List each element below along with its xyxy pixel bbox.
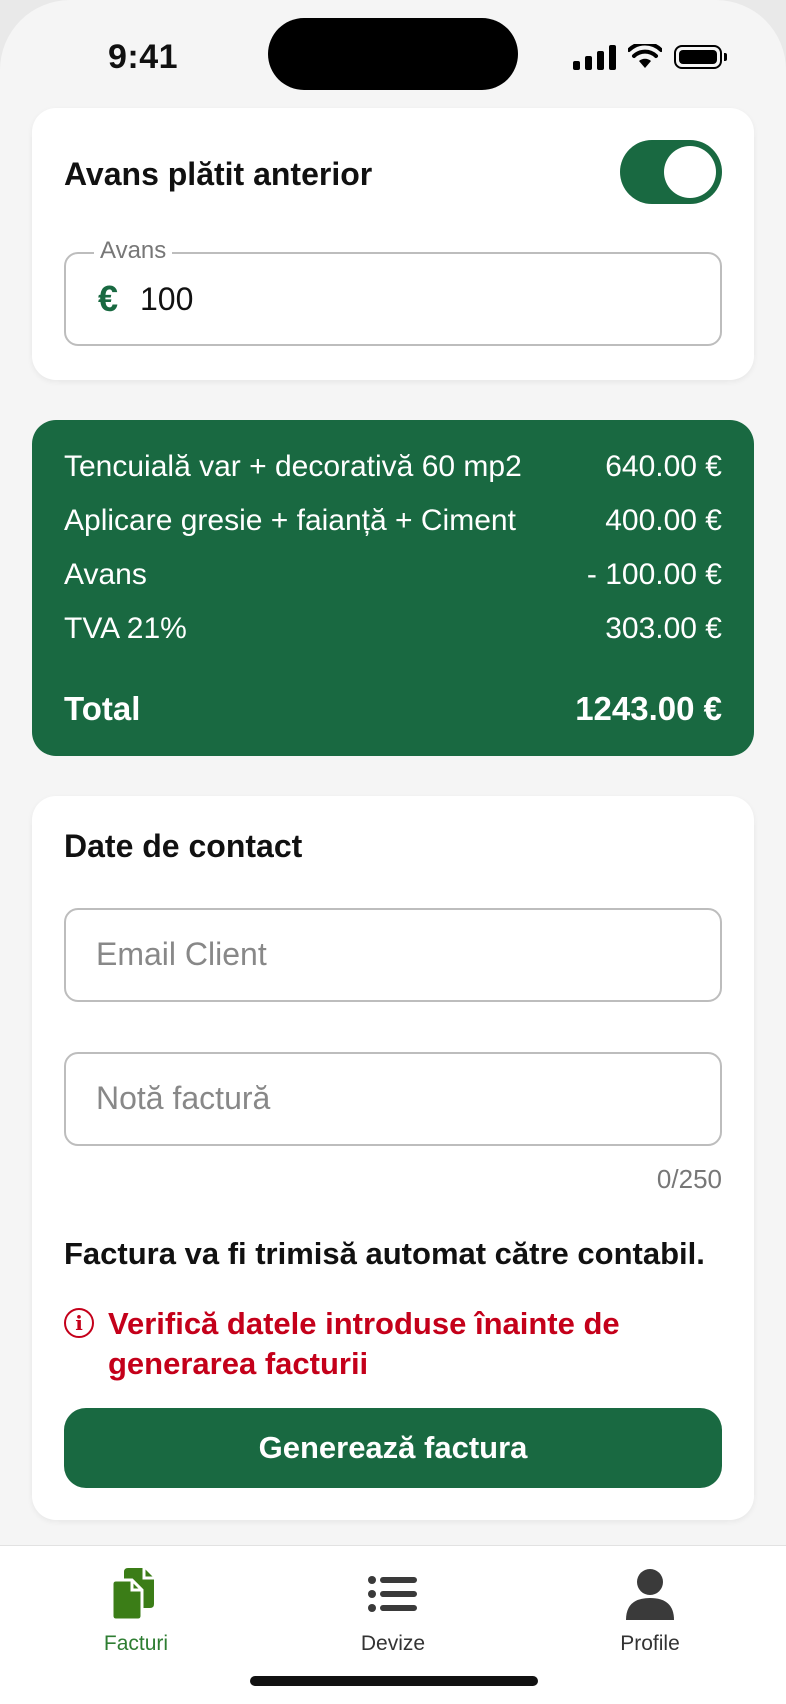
advance-title: Avans plătit anterior [64, 156, 373, 192]
note-placeholder: Notă factură [96, 1080, 271, 1116]
info-icon: i [64, 1308, 94, 1338]
documents-icon [110, 1568, 154, 1622]
summary-line-amount: 640.00 € [605, 450, 722, 483]
note-char-counter: 0/250 [656, 1164, 722, 1194]
list-icon [368, 1576, 417, 1612]
accountant-notice: Factura va fi trimisă automat către cont… [64, 1236, 705, 1271]
summary-line-label: Tencuială var + decorativă 60 mp2 [64, 450, 522, 483]
status-time: 9:41 [108, 38, 179, 76]
advance-toggle[interactable] [620, 140, 722, 204]
tab-label: Facturi [103, 1632, 169, 1655]
total-amount: 1243.00 € [575, 690, 722, 727]
summary-line-label: Aplicare gresie + faianță + Ciment [64, 504, 516, 537]
summary-line-amount: - 100.00 € [586, 558, 722, 591]
summary-line-label: TVA 21% [64, 612, 187, 645]
summary-line-amount: 303.00 € [605, 612, 722, 645]
summary-line: Aplicare gresie + faianță + Ciment 400.0… [64, 504, 722, 538]
contact-section-title: Date de contact [64, 828, 303, 864]
tab-devize[interactable]: Devize [313, 1566, 473, 1656]
generate-invoice-button[interactable]: Generează factura [64, 1408, 722, 1488]
tab-facturi[interactable]: Facturi [56, 1566, 216, 1656]
tab-profile[interactable]: Profile [570, 1566, 730, 1656]
cellular-signal-icon [573, 44, 616, 70]
dynamic-island [268, 18, 518, 90]
status-icons [573, 44, 727, 70]
invoice-note-field[interactable]: Notă factură [64, 1052, 722, 1146]
tab-label: Profile [620, 1632, 680, 1655]
tab-label: Devize [360, 1632, 426, 1655]
total-label: Total [64, 690, 141, 727]
advance-field[interactable]: Avans € 100 [64, 237, 722, 346]
person-icon [626, 1569, 674, 1620]
wifi-icon [628, 44, 662, 68]
summary-line: Tencuială var + decorativă 60 mp2 640.00… [64, 450, 722, 484]
contact-card: Date de contact Email Client Notă factur… [32, 796, 754, 1520]
summary-line: Avans - 100.00 € [64, 558, 722, 592]
validation-warning: i Verifică datele introduse înainte de g… [64, 1304, 668, 1384]
email-field[interactable]: Email Client [64, 908, 722, 1002]
app-screen: 9:41 Avans plătit anterior Avans € 100 T… [0, 0, 786, 1704]
summary-total: Total 1243.00 € [64, 690, 722, 728]
advance-card: Avans plătit anterior Avans € 100 [32, 108, 754, 380]
advance-field-label: Avans [94, 237, 173, 265]
euro-icon: € [98, 278, 119, 319]
warning-text: Verifică datele introduse înainte de gen… [108, 1306, 620, 1381]
home-indicator [250, 1676, 538, 1686]
toggle-knob [664, 146, 716, 198]
summary-line-amount: 400.00 € [605, 504, 722, 537]
summary-line-label: Avans [64, 558, 147, 591]
email-placeholder: Email Client [96, 936, 267, 972]
battery-icon [674, 45, 727, 69]
invoice-summary-card: Tencuială var + decorativă 60 mp2 640.00… [32, 420, 754, 756]
advance-input-value[interactable]: 100 [140, 281, 193, 318]
summary-line: TVA 21% 303.00 € [64, 612, 722, 646]
